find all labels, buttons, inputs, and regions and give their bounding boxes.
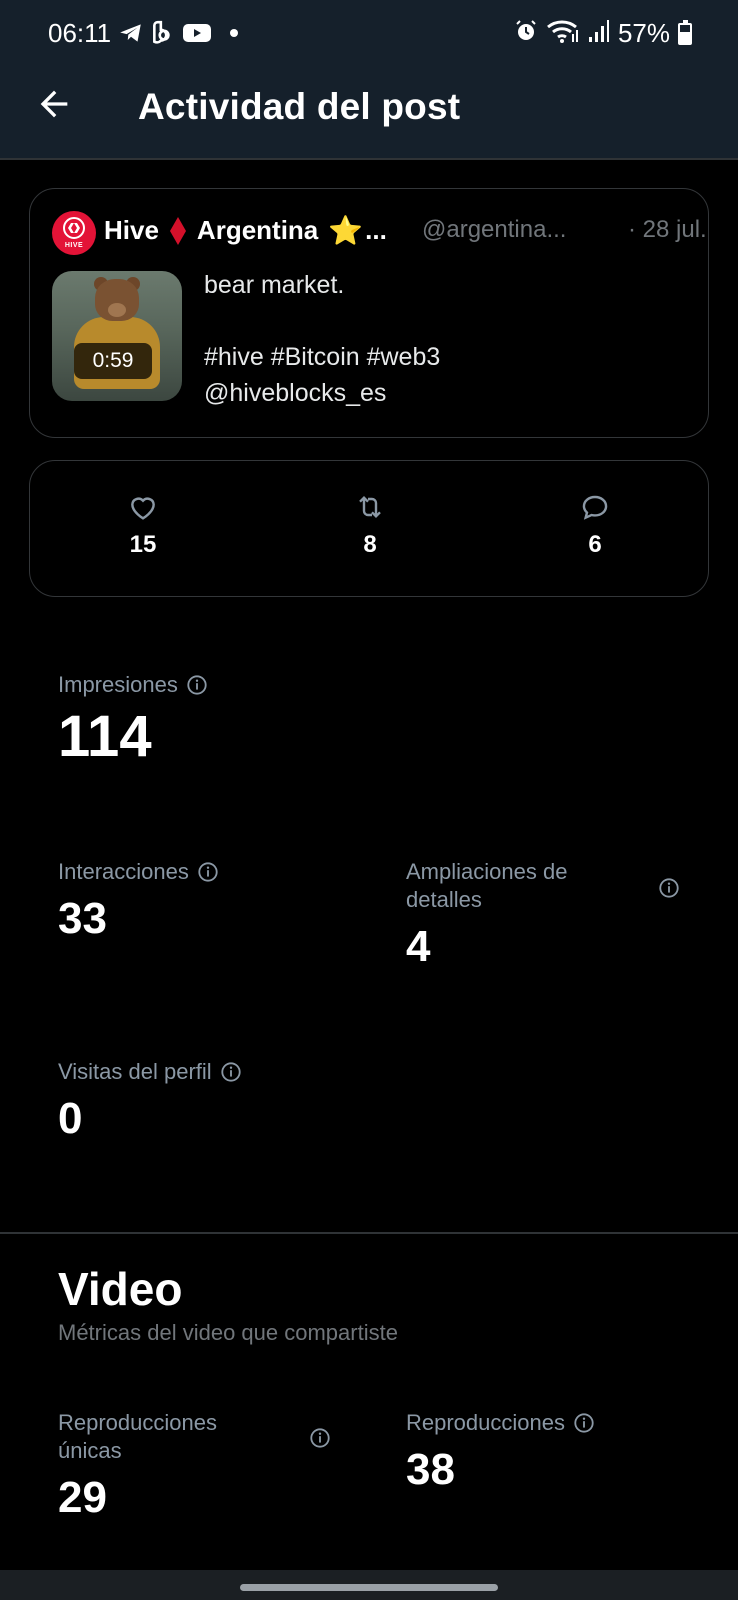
reply-icon: [582, 495, 608, 520]
likes-count: 15: [129, 531, 157, 558]
alarm-icon: [514, 19, 538, 48]
video-thumbnail[interactable]: 0:59: [52, 271, 182, 401]
signal-icon: [588, 19, 610, 48]
post-card[interactable]: HIVE Hive Argentina ⭐... @argentina... ·…: [29, 188, 709, 438]
impressions-value: 114: [58, 704, 152, 769]
battery-icon: [678, 19, 692, 45]
system-icons: 57%: [514, 18, 692, 49]
star-icon: ⭐: [328, 215, 364, 246]
status-time: 06:11: [48, 18, 112, 48]
author-name[interactable]: Hive Argentina ⭐...: [104, 214, 387, 247]
notification-icons: [118, 20, 238, 46]
profile-visits-value: 0: [58, 1094, 83, 1143]
info-icon[interactable]: [309, 1427, 331, 1449]
page-header: Actividad del post: [0, 66, 738, 160]
detail-expands-label: Ampliaciones de detalles: [406, 859, 568, 912]
unique-views-metric: Reproducciones únicas 29: [58, 1409, 338, 1523]
likes-stat[interactable]: 15: [103, 491, 183, 559]
home-gesture-handle[interactable]: [240, 1584, 498, 1591]
header-divider: [0, 158, 738, 160]
info-icon[interactable]: [197, 861, 219, 883]
unique-views-value: 29: [58, 1473, 107, 1522]
author-name-ellipsis: ...: [365, 215, 387, 245]
section-divider: [0, 1232, 738, 1234]
views-label: Reproducciones: [406, 1410, 565, 1435]
replies-stat[interactable]: 6: [555, 491, 635, 559]
info-icon[interactable]: [658, 877, 680, 899]
video-section-title: Video: [58, 1263, 183, 1315]
post-hashtags[interactable]: #hive #Bitcoin #web3: [204, 339, 440, 375]
status-bar: 06:11 57%: [0, 0, 738, 66]
info-icon[interactable]: [220, 1061, 242, 1083]
impressions-metric: Impresiones 114: [58, 671, 208, 770]
post-date: · 28 jul.: [628, 216, 707, 243]
views-metric: Reproducciones 38: [406, 1409, 595, 1495]
bear-snout-shape: [108, 303, 126, 317]
interactions-value: 33: [58, 894, 107, 943]
reposts-stat[interactable]: 8: [330, 491, 410, 559]
hive-logo-icon: [63, 217, 85, 239]
more-notifications-dot: [230, 29, 238, 37]
repost-icon: [359, 495, 381, 519]
info-icon[interactable]: [573, 1412, 595, 1434]
youtube-icon: [182, 20, 212, 46]
post-mention[interactable]: @hiveblocks_es: [204, 375, 440, 411]
avatar-label: HIVE: [64, 242, 84, 249]
video-duration: 0:59: [74, 343, 152, 379]
replies-count: 6: [588, 531, 602, 558]
detail-expands-metric: Ampliaciones de detalles 4: [406, 858, 686, 972]
detail-expands-value: 4: [406, 922, 431, 971]
back-arrow-icon: [40, 90, 68, 118]
video-section-subtitle: Métricas del video que compartiste: [58, 1320, 398, 1345]
red-diamond-icon: [169, 216, 186, 245]
interactions-metric: Interacciones 33: [58, 858, 219, 944]
interactions-label: Interacciones: [58, 859, 189, 884]
views-value: 38: [406, 1445, 455, 1494]
back-button[interactable]: [34, 84, 74, 124]
avatar[interactable]: HIVE: [52, 211, 96, 255]
impressions-label: Impresiones: [58, 672, 178, 697]
profile-visits-metric: Visitas del perfil 0: [58, 1058, 242, 1144]
post-text-line: bear market.: [204, 271, 345, 299]
unique-views-label: Reproducciones únicas: [58, 1410, 217, 1463]
profile-visits-label: Visitas del perfil: [58, 1059, 212, 1084]
post-text: bear market. #hive #Bitcoin #web3 @hiveb…: [204, 267, 440, 411]
author-name-part2: Argentina: [196, 215, 319, 245]
engagement-card: 15 8 6: [29, 460, 709, 597]
battery-percentage: 57%: [617, 18, 670, 48]
hive-app-icon: [150, 20, 176, 46]
wifi-icon: [546, 18, 580, 49]
author-handle: @argentina...: [422, 216, 567, 243]
reposts-count: 8: [363, 531, 377, 558]
top-bar: 06:11 57% Actividad del post: [0, 0, 738, 160]
info-icon[interactable]: [186, 674, 208, 696]
author-name-part1: Hive: [104, 215, 159, 245]
page-title: Actividad del post: [138, 86, 461, 127]
heart-icon: [131, 497, 155, 520]
telegram-icon: [118, 20, 144, 46]
